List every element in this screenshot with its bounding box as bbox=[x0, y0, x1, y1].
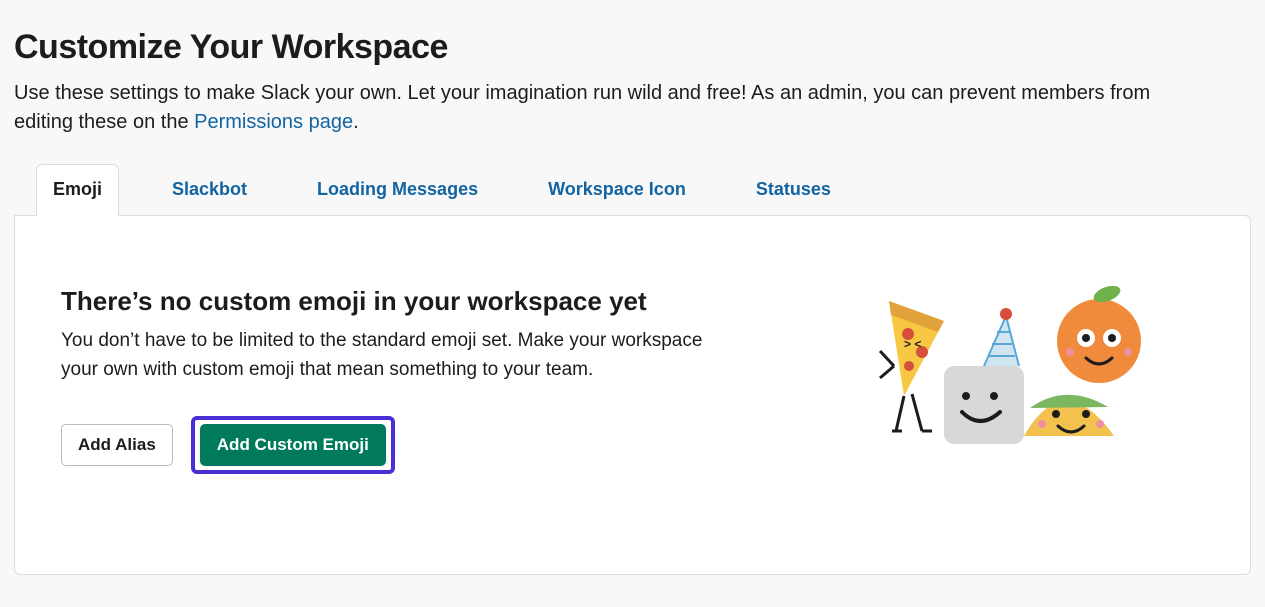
empty-state-description: You don’t have to be limited to the stan… bbox=[61, 327, 721, 384]
intro-prefix: Use these settings to make Slack your ow… bbox=[14, 82, 1150, 133]
svg-text:> <: > < bbox=[904, 337, 921, 351]
page-title: Customize Your Workspace bbox=[14, 28, 1251, 67]
tab-statuses[interactable]: Statuses bbox=[739, 164, 848, 216]
tab-panel-emoji: There’s no custom emoji in your workspac… bbox=[14, 215, 1251, 575]
add-custom-emoji-highlight: Add Custom Emoji bbox=[191, 416, 395, 474]
tabs-bar: Emoji Slackbot Loading Messages Workspac… bbox=[14, 163, 1251, 215]
add-alias-button[interactable]: Add Alias bbox=[61, 424, 173, 466]
empty-state-title: There’s no custom emoji in your workspac… bbox=[61, 286, 721, 317]
tab-workspace-icon[interactable]: Workspace Icon bbox=[531, 164, 703, 216]
permissions-link[interactable]: Permissions page bbox=[194, 111, 353, 133]
action-row: Add Alias Add Custom Emoji bbox=[61, 416, 721, 474]
emoji-illustration: > < bbox=[834, 286, 1154, 456]
tab-loading-messages[interactable]: Loading Messages bbox=[300, 164, 495, 216]
orange-emoji-icon bbox=[1057, 286, 1141, 383]
taco-emoji-icon bbox=[1024, 395, 1114, 436]
add-custom-emoji-button[interactable]: Add Custom Emoji bbox=[200, 424, 386, 466]
tab-emoji[interactable]: Emoji bbox=[36, 164, 119, 216]
tab-slackbot[interactable]: Slackbot bbox=[155, 164, 264, 216]
intro-suffix: . bbox=[353, 111, 359, 133]
square-party-emoji-icon bbox=[944, 308, 1024, 444]
pizza-emoji-icon: > < bbox=[880, 301, 944, 431]
intro-text: Use these settings to make Slack your ow… bbox=[14, 79, 1164, 137]
